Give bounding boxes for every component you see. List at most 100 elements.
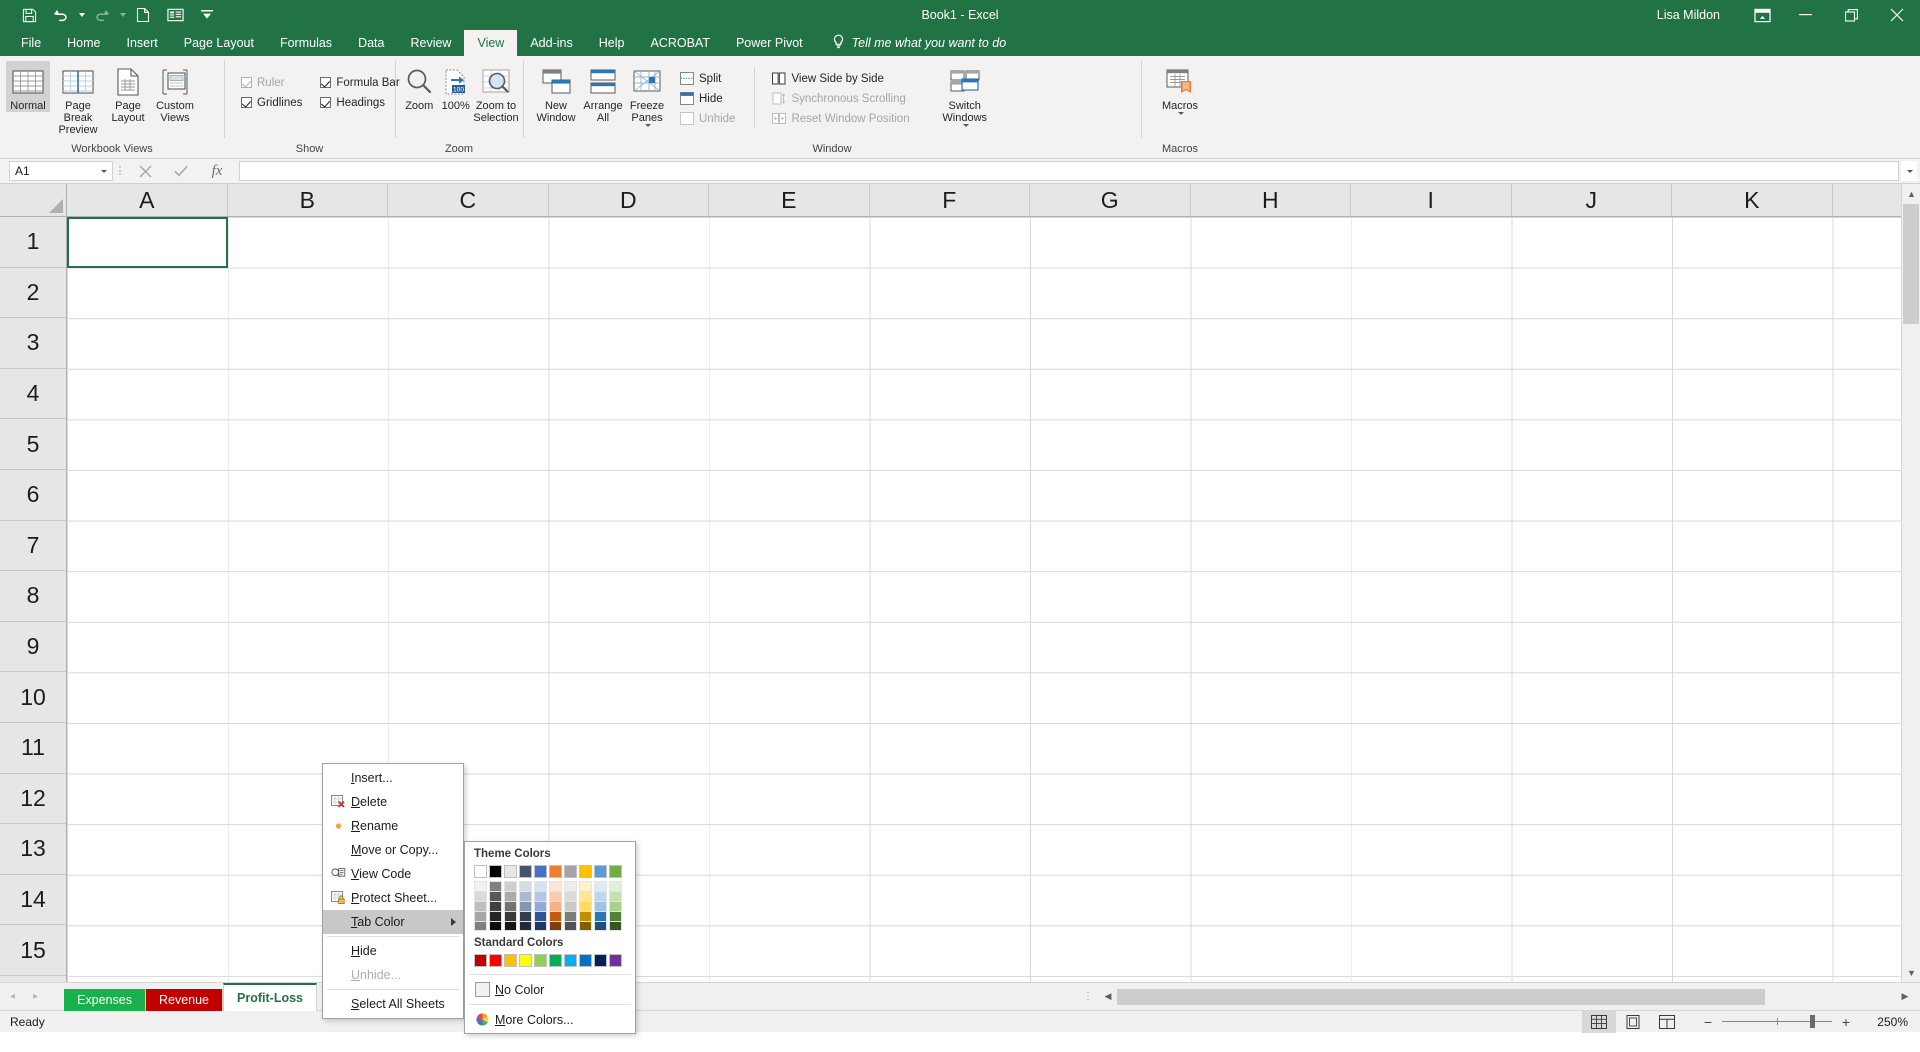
theme-color-variant-4-3[interactable] [534, 911, 547, 921]
ruler-checkbox[interactable] [241, 77, 252, 88]
horizontal-scroll-track[interactable] [1117, 988, 1896, 1006]
theme-color-variant-8-4[interactable] [594, 921, 607, 931]
standard-color-swatch-9[interactable] [609, 954, 622, 967]
theme-color-swatch-0[interactable] [474, 865, 487, 878]
cancel-formula-icon[interactable] [127, 160, 163, 182]
undo-dropdown-caret[interactable] [79, 13, 85, 17]
standard-color-swatch-4[interactable] [534, 954, 547, 967]
switch-windows-caret[interactable] [963, 124, 969, 127]
row-header-10[interactable]: 10 [0, 672, 66, 723]
freeze-panes-caret[interactable] [645, 124, 651, 127]
theme-color-variant-0-1[interactable] [474, 891, 487, 901]
zoom-button[interactable]: Zoom [401, 61, 438, 112]
theme-color-variant-9-3[interactable] [609, 911, 622, 921]
theme-color-swatch-9[interactable] [609, 865, 622, 878]
context-menu-item-hide[interactable]: Hide [323, 939, 463, 963]
theme-color-variant-0-4[interactable] [474, 921, 487, 931]
row-header-2[interactable]: 2 [0, 268, 66, 319]
sheet-tab-expenses[interactable]: Expenses [64, 989, 146, 1011]
standard-color-swatch-1[interactable] [489, 954, 502, 967]
theme-color-variant-8-3[interactable] [594, 911, 607, 921]
zoom-level-label[interactable]: 250% [1862, 1015, 1908, 1029]
row-header-8[interactable]: 8 [0, 571, 66, 622]
sheet-tab-revenue[interactable]: Revenue [146, 989, 223, 1011]
zoom-to-selection-button[interactable]: Zoom to Selection [474, 61, 518, 124]
customize-qat-icon[interactable] [192, 3, 222, 27]
row-header-3[interactable]: 3 [0, 318, 66, 369]
theme-color-variant-6-3[interactable] [564, 911, 577, 921]
theme-color-swatch-4[interactable] [534, 865, 547, 878]
theme-color-variant-6-1[interactable] [564, 891, 577, 901]
zoom-100-button[interactable]: 100 100% [438, 61, 475, 112]
theme-color-variant-2-0[interactable] [504, 881, 517, 891]
row-header-14[interactable]: 14 [0, 875, 66, 926]
custom-views-button[interactable]: Custom Views [150, 61, 200, 124]
standard-color-swatch-0[interactable] [474, 954, 487, 967]
theme-color-variant-3-3[interactable] [519, 911, 532, 921]
expand-formula-bar-caret[interactable] [1901, 161, 1917, 181]
scroll-right-arrow-icon[interactable]: ▶ [1896, 988, 1914, 1006]
ribbon-tab-insert[interactable]: Insert [114, 30, 171, 56]
ribbon-tab-home[interactable]: Home [54, 30, 113, 56]
undo-icon[interactable] [46, 3, 76, 27]
scroll-down-arrow-icon[interactable]: ▼ [1902, 963, 1920, 982]
theme-color-swatch-7[interactable] [579, 865, 592, 878]
ruler-checkbox-item[interactable]: Ruler [236, 73, 307, 92]
context-menu-item-protect-sheet[interactable]: Protect Sheet... [323, 886, 463, 910]
split-button[interactable]: Split [675, 69, 740, 88]
prev-sheet-arrow-icon[interactable]: ◂ [10, 991, 15, 1002]
theme-color-variant-9-4[interactable] [609, 921, 622, 931]
theme-color-variant-2-2[interactable] [504, 901, 517, 911]
theme-color-swatch-5[interactable] [549, 865, 562, 878]
theme-colors-base-row[interactable] [465, 865, 635, 881]
theme-color-variant-4-2[interactable] [534, 901, 547, 911]
context-menu-item-rename[interactable]: Rename [323, 814, 463, 838]
theme-color-variant-2-1[interactable] [504, 891, 517, 901]
scroll-left-arrow-icon[interactable]: ◀ [1099, 988, 1117, 1006]
theme-color-variant-7-2[interactable] [579, 901, 592, 911]
theme-color-variant-1-4[interactable] [489, 921, 502, 931]
minimize-button[interactable] [1782, 0, 1828, 30]
horizontal-scrollbar[interactable]: ◀ ▶ [1099, 988, 1914, 1006]
zoom-in-button[interactable]: + [1836, 1014, 1856, 1030]
ribbon-tab-formulas[interactable]: Formulas [267, 30, 345, 56]
standard-color-swatch-2[interactable] [504, 954, 517, 967]
theme-color-variant-1-0[interactable] [489, 881, 502, 891]
ribbon-tab-data[interactable]: Data [345, 30, 397, 56]
gridlines-checkbox-item[interactable]: Gridlines [236, 93, 307, 112]
close-button[interactable] [1874, 0, 1920, 30]
theme-color-variant-0-0[interactable] [474, 881, 487, 891]
context-menu-item-select-all-sheets[interactable]: Select All Sheets [323, 992, 463, 1016]
theme-color-variant-4-1[interactable] [534, 891, 547, 901]
theme-color-variant-8-2[interactable] [594, 901, 607, 911]
theme-color-variant-9-0[interactable] [609, 881, 622, 891]
theme-color-variant-6-0[interactable] [564, 881, 577, 891]
ribbon-tab-view[interactable]: View [464, 30, 517, 56]
theme-color-variant-5-3[interactable] [549, 911, 562, 921]
formula-input[interactable] [239, 161, 1899, 181]
row-header-11[interactable]: 11 [0, 723, 66, 774]
theme-color-variant-3-1[interactable] [519, 891, 532, 901]
enter-formula-icon[interactable] [163, 160, 199, 182]
column-header-h[interactable]: H [1191, 184, 1352, 216]
formula-bar-checkbox-item[interactable]: Formula Bar [315, 73, 404, 92]
restore-button[interactable] [1828, 0, 1874, 30]
column-header-i[interactable]: I [1351, 184, 1512, 216]
formula-bar-grip[interactable]: ⋮ [113, 166, 127, 176]
standard-color-swatch-7[interactable] [579, 954, 592, 967]
horizontal-scroll-thumb[interactable] [1117, 989, 1765, 1005]
standard-colors-row[interactable] [465, 954, 635, 971]
row-header-12[interactable]: 12 [0, 774, 66, 825]
select-all-corner[interactable] [0, 184, 67, 217]
context-menu-item-tab-color[interactable]: Tab Color [323, 910, 463, 934]
theme-color-variant-5-0[interactable] [549, 881, 562, 891]
headings-checkbox-item[interactable]: Headings [315, 93, 404, 112]
name-box-caret[interactable] [101, 170, 107, 173]
theme-color-swatch-6[interactable] [564, 865, 577, 878]
theme-color-variant-5-4[interactable] [549, 921, 562, 931]
theme-color-variant-7-0[interactable] [579, 881, 592, 891]
gridlines-checkbox[interactable] [241, 97, 252, 108]
column-header-a[interactable]: A [67, 184, 228, 216]
theme-color-variant-5-1[interactable] [549, 891, 562, 901]
theme-color-variant-4-0[interactable] [534, 881, 547, 891]
